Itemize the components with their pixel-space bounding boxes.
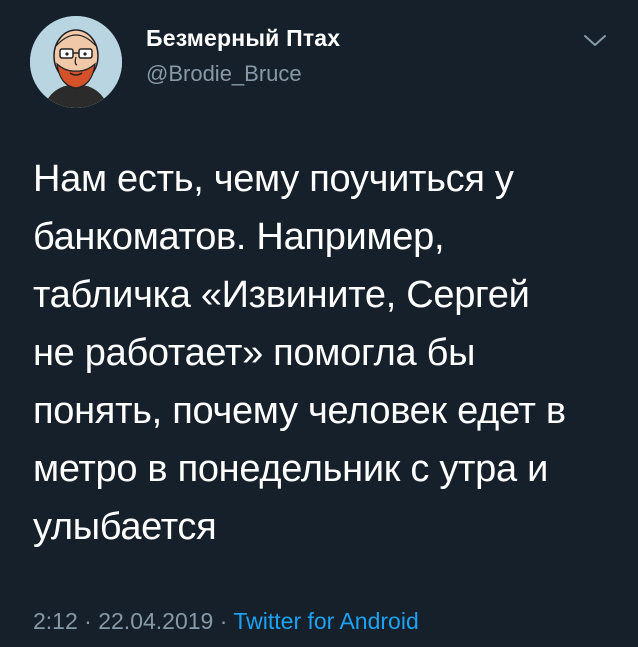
tweet-card: Безмерный Птах @Brodie_Bruce Нам есть, ч… — [0, 0, 638, 647]
meta-separator: · — [77, 608, 99, 634]
user-handle[interactable]: @Brodie_Bruce — [146, 61, 302, 87]
chevron-down-icon[interactable] — [582, 32, 608, 50]
tweet-text: Нам есть, чему поучиться у банкоматов. Н… — [33, 158, 566, 548]
user-avatar[interactable] — [30, 16, 122, 108]
tweet-time[interactable]: 2:12 — [33, 608, 78, 634]
tweet-source-link[interactable]: Twitter for Android — [233, 608, 418, 634]
tweet-meta: 2:12 · 22.04.2019 · Twitter for Android — [33, 608, 419, 635]
tweet-date[interactable]: 22.04.2019 — [98, 608, 213, 634]
display-name[interactable]: Безмерный Птах — [146, 25, 340, 52]
cartoon-bearded-man-avatar-icon — [30, 16, 122, 108]
meta-separator: · — [213, 608, 234, 634]
